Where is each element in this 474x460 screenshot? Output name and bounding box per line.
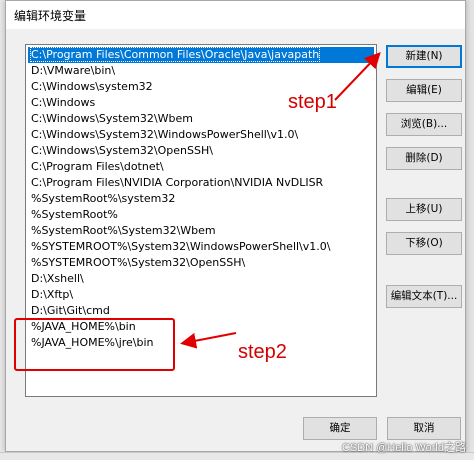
list-item[interactable]: C:\Program Files\dotnet\	[28, 159, 374, 175]
ok-button[interactable]: 确定	[303, 417, 377, 440]
list-item[interactable]: D:\Git\Git\cmd	[28, 303, 374, 319]
dialog-title: 编辑环境变量	[14, 9, 87, 23]
list-item[interactable]: %SYSTEMROOT%\System32\OpenSSH\	[28, 255, 374, 271]
move-up-button[interactable]: 上移(U)	[386, 198, 462, 221]
list-item[interactable]: %SYSTEMROOT%\System32\WindowsPowerShell\…	[28, 239, 374, 255]
delete-button[interactable]: 删除(D)	[386, 147, 462, 170]
list-item[interactable]: %SystemRoot%\System32\Wbem	[28, 223, 374, 239]
cancel-button[interactable]: 取消	[387, 417, 461, 440]
background-window-edge-right	[466, 0, 474, 460]
step2-label: step2	[238, 341, 287, 363]
list-item[interactable]: %SystemRoot%\system32	[28, 191, 374, 207]
list-item[interactable]: D:\VMware\bin\	[28, 63, 374, 79]
highlight-box	[14, 318, 175, 371]
list-item[interactable]: C:\Program Files\Common Files\Oracle\Jav…	[28, 47, 374, 63]
move-down-button[interactable]: 下移(O)	[386, 232, 462, 255]
browse-button[interactable]: 浏览(B)...	[386, 113, 462, 136]
watermark: CSDN @Hello World之路	[341, 442, 466, 454]
step1-label: step1	[288, 91, 337, 113]
title-bar[interactable]: 编辑环境变量	[6, 1, 465, 29]
edit-env-variable-dialog: 编辑环境变量 C:\Program Files\Common Files\Ora…	[5, 0, 466, 452]
list-item[interactable]: C:\Windows\System32\WindowsPowerShell\v1…	[28, 127, 374, 143]
list-item[interactable]: C:\Program Files\NVIDIA Corporation\NVID…	[28, 175, 374, 191]
edit-text-button[interactable]: 编辑文本(T)...	[386, 285, 462, 308]
list-item[interactable]: %SystemRoot%	[28, 207, 374, 223]
list-item[interactable]: C:\Windows\System32\OpenSSH\	[28, 143, 374, 159]
new-button[interactable]: 新建(N)	[386, 45, 462, 68]
list-item[interactable]: D:\Xftp\	[28, 287, 374, 303]
edit-button[interactable]: 编辑(E)	[386, 79, 462, 102]
list-item[interactable]: D:\Xshell\	[28, 271, 374, 287]
